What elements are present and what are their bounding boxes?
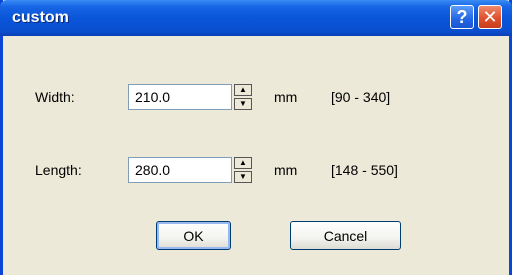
custom-dialog: custom ? ✕ Width: ▲ ▼ mm [90 - 340] Leng… (0, 0, 512, 275)
length-spinner: ▲ ▼ (234, 157, 252, 183)
close-icon: ✕ (482, 6, 498, 27)
length-spin-down-icon[interactable]: ▼ (234, 171, 252, 183)
close-button[interactable]: ✕ (478, 5, 502, 29)
help-icon: ? (456, 6, 468, 27)
ok-button[interactable]: OK (156, 221, 231, 250)
width-spin-down-icon[interactable]: ▼ (234, 98, 252, 110)
width-unit: mm (274, 89, 298, 105)
dialog-title: custom (12, 9, 69, 26)
cancel-button[interactable]: Cancel (290, 221, 401, 250)
help-button[interactable]: ? (450, 5, 474, 29)
width-label: Width: (35, 89, 75, 105)
width-field[interactable] (128, 84, 232, 110)
width-range: [90 - 340] (331, 89, 391, 105)
length-label: Length: (35, 162, 82, 178)
length-unit: mm (274, 162, 298, 178)
width-spinner: ▲ ▼ (234, 84, 252, 110)
length-range: [148 - 550] (331, 162, 398, 178)
width-spin-up-icon[interactable]: ▲ (234, 84, 252, 96)
title-bar[interactable]: custom ? ✕ (0, 0, 512, 36)
length-field[interactable] (128, 157, 232, 183)
length-spin-up-icon[interactable]: ▲ (234, 157, 252, 169)
